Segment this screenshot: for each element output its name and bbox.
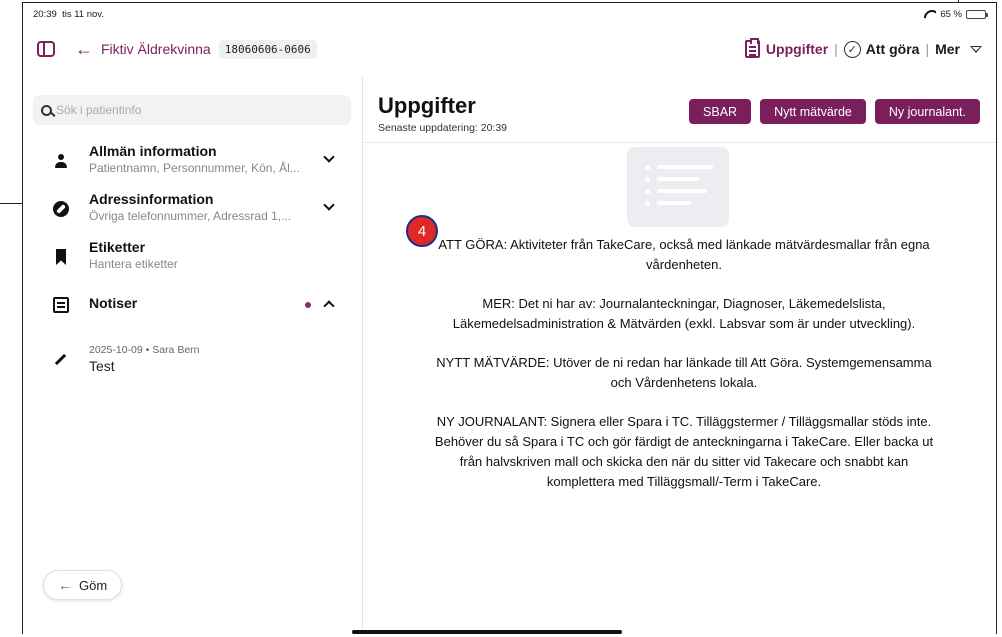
clipboard-line xyxy=(748,50,756,52)
notes-icon xyxy=(53,297,69,313)
content-header: Uppgifter Senaste uppdatering: 20:39 SBA… xyxy=(364,77,996,143)
status-left: 20:39 tis 11 nov. xyxy=(33,9,104,20)
clipboard-line xyxy=(748,46,756,48)
battery-percent: 65 % xyxy=(940,8,962,20)
notification-dot xyxy=(305,302,311,308)
patient-sidebar: Allmän information Patientnamn, Personnu… xyxy=(23,77,363,634)
chevron-down-icon[interactable] xyxy=(323,151,335,163)
last-update: Senaste uppdatering: 20:39 xyxy=(378,122,508,134)
sidebar-item-subtitle: Patientnamn, Personnummer, Kön, Ål... xyxy=(89,161,300,175)
sidebar-item-etiketter[interactable]: Etiketter Hantera etiketter xyxy=(23,235,363,283)
list-line xyxy=(657,189,707,193)
help-ny-journalant: NY JOURNALANT: Signera eller Spara i TC.… xyxy=(434,414,934,489)
list-bullet xyxy=(645,177,650,182)
help-mer: MER: Det ni har av: Journalanteckningar,… xyxy=(452,296,916,331)
battery-icon xyxy=(966,9,988,19)
triangle-down-icon[interactable] xyxy=(970,45,982,53)
sidebar-item-title: Notiser xyxy=(89,295,138,311)
ipad-screen: 20:39 tis 11 nov. 65 % ← Fiktiv Äldrekvi… xyxy=(22,2,997,634)
list-line xyxy=(657,165,713,169)
nav-separator: | xyxy=(925,41,930,57)
note-text: Test xyxy=(89,358,115,374)
help-nytt-matvarde: NYTT MÄTVÄRDE: Utöver de ni redan har lä… xyxy=(436,355,932,390)
person-icon xyxy=(53,153,69,169)
list-bullet xyxy=(645,201,650,206)
patient-id-chip: 18060606-0606 xyxy=(218,39,317,59)
sidebar-toggle-icon[interactable] xyxy=(37,41,55,57)
clipboard-line xyxy=(748,54,756,56)
status-right: 65 % xyxy=(924,8,988,20)
sidebar-item-title: Adressinformation xyxy=(89,191,214,207)
hide-sidebar-button[interactable]: ← Göm xyxy=(43,570,123,600)
clipboard-list-icon[interactable] xyxy=(744,38,760,58)
list-bullet xyxy=(645,165,650,170)
sidebar-item-notiser[interactable]: Notiser xyxy=(23,283,363,331)
back-arrow-icon: ← xyxy=(58,577,72,593)
sidebar-item-adressinformation[interactable]: Adressinformation Övriga telefonnummer, … xyxy=(23,187,363,235)
nav-att-gora[interactable]: Att göra xyxy=(866,41,920,57)
compass-icon xyxy=(53,201,69,217)
new-value-button[interactable]: Nytt mätvärde xyxy=(760,99,866,124)
top-bar: ← Fiktiv Äldrekvinna 18060606-0606 Uppgi… xyxy=(23,31,996,67)
back-arrow-icon[interactable]: ← xyxy=(75,39,93,60)
status-date: tis 11 nov. xyxy=(62,8,104,20)
nav-mer[interactable]: Mer xyxy=(935,41,960,57)
nav-uppgifter[interactable]: Uppgifter xyxy=(766,41,828,57)
main-content: Uppgifter Senaste uppdatering: 20:39 SBA… xyxy=(364,77,996,634)
new-note-button[interactable]: Ny journalant. xyxy=(874,99,980,124)
status-time: 20:39 xyxy=(33,8,57,20)
patient-name[interactable]: Fiktiv Äldrekvinna xyxy=(101,41,211,57)
chevron-up-icon[interactable] xyxy=(323,300,335,312)
chevron-down-icon[interactable] xyxy=(323,199,335,211)
sidebar-item-allman-information[interactable]: Allmän information Patientnamn, Personnu… xyxy=(23,139,363,187)
sidebar-item-title: Etiketter xyxy=(89,239,146,255)
help-text: ATT GÖRA: Aktiviteter från TakeCare, ock… xyxy=(434,235,934,511)
sbar-button[interactable]: SBAR xyxy=(689,99,752,124)
status-bar: 20:39 tis 11 nov. 65 % xyxy=(23,3,996,25)
nav-separator: | xyxy=(834,41,838,57)
page-title: Uppgifter xyxy=(378,93,476,118)
search-input[interactable] xyxy=(56,103,336,117)
annotation-leader-left xyxy=(0,203,23,204)
wifi-icon xyxy=(924,10,936,19)
note-meta: 2025-10-09 • Sara Bern xyxy=(89,344,200,356)
patient-search[interactable] xyxy=(33,95,351,125)
sidebar-item-subtitle: Hantera etiketter xyxy=(89,257,178,271)
sidebar-item-subtitle: Övriga telefonnummer, Adressrad 1,... xyxy=(89,209,292,223)
list-line xyxy=(657,177,699,181)
help-att-gora: ATT GÖRA: Aktiviteter från TakeCare, ock… xyxy=(438,237,930,272)
hide-label: Göm xyxy=(79,577,108,593)
search-icon xyxy=(41,104,52,116)
list-icon xyxy=(627,147,729,227)
list-bullet xyxy=(645,189,650,194)
check-circle-icon[interactable]: ✓ xyxy=(843,40,861,58)
sidebar-item-title: Allmän information xyxy=(89,143,217,159)
list-line xyxy=(657,201,691,205)
action-buttons: SBAR Nytt mätvärde Ny journalant. xyxy=(689,99,980,124)
top-nav: Uppgifter | ✓ Att göra | Mer xyxy=(744,38,982,58)
screenshot-page: 20:39 tis 11 nov. 65 % ← Fiktiv Äldrekvi… xyxy=(0,0,1002,637)
bookmark-icon xyxy=(56,249,66,265)
home-indicator xyxy=(352,630,622,634)
pencil-icon[interactable] xyxy=(54,353,67,366)
